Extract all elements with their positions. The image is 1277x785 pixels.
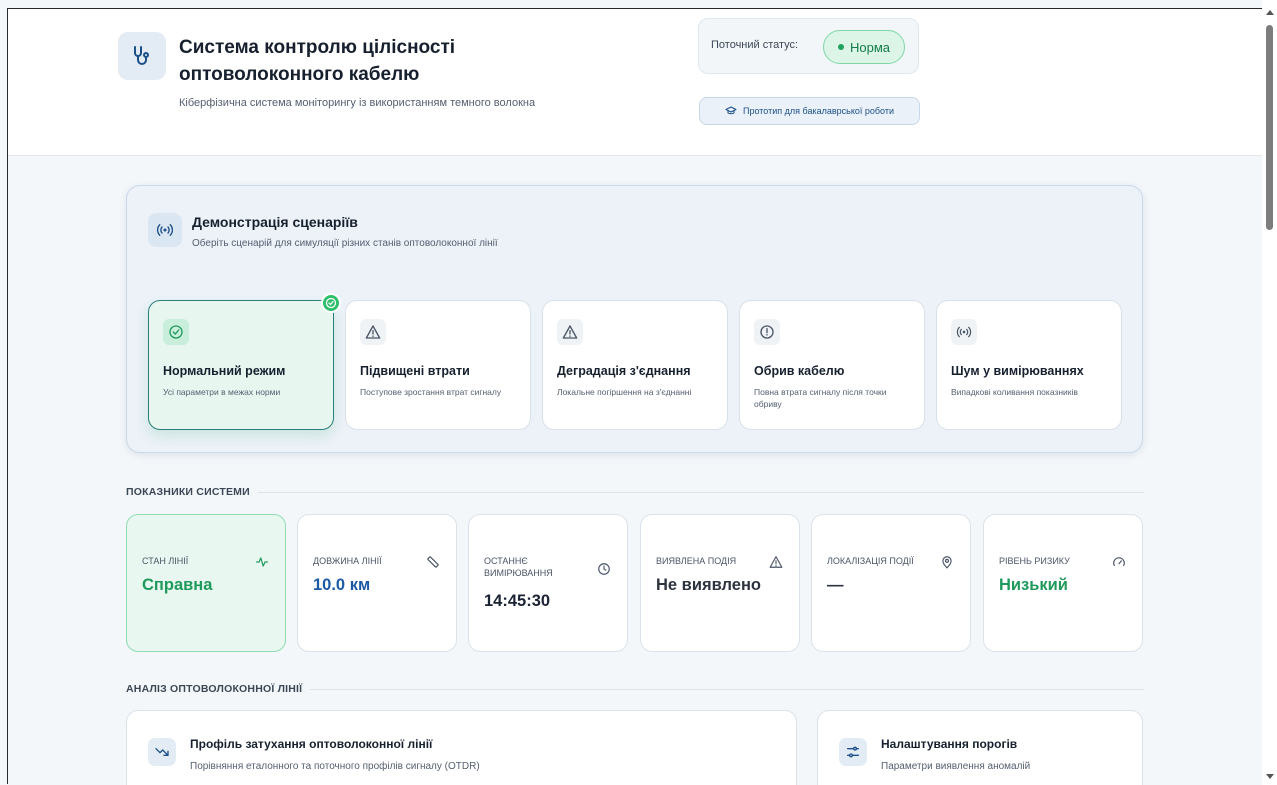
scenario-desc: Локальне погіршення на з'єднанні bbox=[557, 387, 692, 397]
metric-value: Низький bbox=[999, 576, 1068, 594]
metric-event-location: ЛОКАЛІЗАЦІЯ ПОДІЇ — bbox=[811, 514, 971, 652]
gauge-icon bbox=[1112, 555, 1126, 569]
analysis-section-heading: АНАЛІЗ ОПТОВОЛОКОННОЇ ЛІНІЇ bbox=[126, 683, 1144, 695]
panel-title: Профіль затухання оптоволоконної лінії bbox=[190, 737, 433, 751]
scenario-title: Деградація з'єднання bbox=[557, 364, 691, 378]
metric-label: ОСТАННЄ ВИМІРЮВАННЯ bbox=[484, 556, 553, 578]
app-logo bbox=[118, 32, 166, 80]
scenario-card-degradation[interactable]: Деградація з'єднання Локальне погіршення… bbox=[542, 300, 728, 430]
metric-label: СТАН ЛІНІЇ bbox=[142, 556, 189, 566]
activity-icon bbox=[255, 555, 269, 569]
metric-label: ДОВЖИНА ЛІНІЇ bbox=[313, 556, 382, 566]
scenarios-subtitle: Оберіть сценарій для симуляції різних ст… bbox=[192, 238, 498, 249]
scenario-desc: Випадкові коливання показників bbox=[951, 387, 1078, 397]
scroll-up-arrow-icon[interactable] bbox=[1266, 10, 1274, 15]
metric-value: Справна bbox=[142, 576, 213, 594]
radio-signal-icon bbox=[156, 224, 174, 236]
scenario-title: Нормальний режим bbox=[163, 364, 286, 378]
scenario-title: Шум у вимірюваннях bbox=[951, 364, 1084, 378]
scenario-desc: Поступове зростання втрат сигналу bbox=[360, 387, 502, 397]
analysis-section-label: АНАЛІЗ ОПТОВОЛОКОННОЇ ЛІНІЇ bbox=[126, 683, 303, 695]
clock-icon bbox=[597, 562, 611, 576]
metric-label: РІВЕНЬ РИЗИКУ bbox=[999, 556, 1070, 566]
prototype-label: Прототип для бакалаврської роботи bbox=[742, 106, 894, 116]
fiber-cable-icon bbox=[134, 46, 149, 65]
scenarios-icon-box bbox=[148, 213, 182, 247]
status-label: Поточний статус: bbox=[711, 39, 799, 51]
trending-down-icon bbox=[148, 738, 176, 766]
status-panel: Поточний статус: Норма bbox=[698, 18, 919, 74]
warning-triangle-icon bbox=[769, 555, 783, 569]
scenario-card-normal[interactable]: Нормальний режим Усі параметри в межах н… bbox=[148, 293, 341, 430]
divider bbox=[310, 688, 1144, 690]
metric-value: 14:45:30 bbox=[484, 592, 551, 610]
scenarios-panel: Демонстрація сценаріїв Оберіть сценарій … bbox=[126, 185, 1143, 453]
prototype-badge[interactable]: Прототип для бакалаврської роботи bbox=[699, 97, 920, 125]
location-pin-icon bbox=[940, 555, 954, 569]
metric-line-state: СТАН ЛІНІЇ Справна bbox=[126, 514, 286, 652]
metric-last-measurement: ОСТАННЄ ВИМІРЮВАННЯ 14:45:30 bbox=[468, 514, 628, 652]
selected-check-icon bbox=[321, 293, 341, 313]
status-value: Норма bbox=[849, 39, 890, 55]
metric-value: 10.0 км bbox=[313, 576, 371, 594]
divider bbox=[257, 491, 1144, 493]
ruler-icon bbox=[426, 555, 440, 569]
scroll-down-arrow-icon[interactable] bbox=[1266, 774, 1274, 779]
metrics-section-label: ПОКАЗНИКИ СИСТЕМИ bbox=[126, 486, 250, 498]
graduation-cap-icon bbox=[725, 106, 737, 115]
alert-circle-icon bbox=[754, 319, 780, 345]
scenario-card-noise[interactable]: Шум у вимірюваннях Випадкові коливання п… bbox=[936, 300, 1122, 430]
metric-line-length: ДОВЖИНА ЛІНІЇ 10.0 км bbox=[297, 514, 457, 652]
scenario-desc: Повна втрата сигналу після точки обриву bbox=[754, 387, 887, 409]
warning-triangle-icon bbox=[360, 319, 386, 345]
sliders-icon bbox=[839, 738, 867, 766]
metric-detected-event: ВИЯВЛЕНА ПОДІЯ Не виявлено bbox=[640, 514, 800, 652]
scrollbar-thumb[interactable] bbox=[1266, 25, 1273, 230]
page-subtitle: Кіберфізична система моніторингу із вико… bbox=[179, 97, 536, 109]
metric-value: — bbox=[827, 576, 844, 594]
check-circle-icon bbox=[163, 319, 189, 345]
metric-label: ВИЯВЛЕНА ПОДІЯ bbox=[656, 556, 737, 566]
panel-title: Налаштування порогів bbox=[881, 737, 1018, 751]
panel-subtitle: Параметри виявлення аномалій bbox=[881, 761, 1031, 772]
scenario-desc: Усі параметри в межах норми bbox=[163, 387, 281, 397]
thresholds-panel: Налаштування порогів Параметри виявлення… bbox=[817, 710, 1143, 785]
scenario-card-high-loss[interactable]: Підвищені втрати Поступове зростання втр… bbox=[345, 300, 531, 430]
warning-triangle-icon bbox=[557, 319, 583, 345]
scenario-card-cable-break[interactable]: Обрив кабелю Повна втрата сигналу після … bbox=[739, 300, 925, 430]
status-badge: Норма bbox=[823, 30, 905, 64]
scenarios-title: Демонстрація сценаріїв bbox=[192, 214, 358, 230]
metric-risk-level: РІВЕНЬ РИЗИКУ Низький bbox=[983, 514, 1143, 652]
page-title: Система контролю цілісності оптоволоконн… bbox=[179, 37, 456, 85]
panel-subtitle: Порівняння еталонного та поточного профі… bbox=[190, 761, 480, 772]
metrics-section-heading: ПОКАЗНИКИ СИСТЕМИ bbox=[126, 486, 1144, 498]
scenario-title: Обрив кабелю bbox=[754, 364, 845, 378]
metric-value: Не виявлено bbox=[656, 576, 762, 594]
scenario-title: Підвищені втрати bbox=[360, 364, 470, 378]
status-dot-icon bbox=[837, 44, 844, 50]
attenuation-profile-panel: Профіль затухання оптоволоконної лінії П… bbox=[126, 710, 797, 785]
vertical-scrollbar[interactable] bbox=[1262, 0, 1277, 785]
radio-signal-icon bbox=[951, 319, 977, 345]
metric-label: ЛОКАЛІЗАЦІЯ ПОДІЇ bbox=[827, 556, 914, 566]
